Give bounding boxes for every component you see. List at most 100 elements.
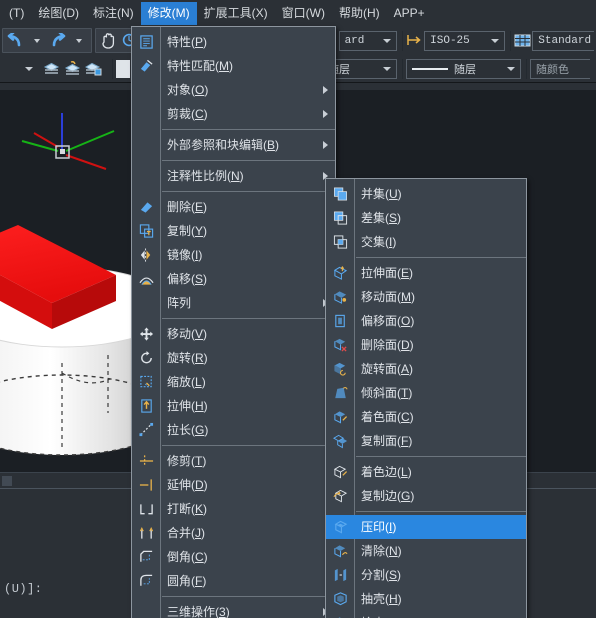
submenu-item-intersect[interactable]: 交集(I) [326,230,526,254]
table-style-icon[interactable] [514,30,532,51]
menubar-item-help[interactable]: 帮助(H) [332,2,387,25]
submenu-item-union[interactable]: 并集(U) [326,182,526,206]
layer-properties-icon[interactable] [83,58,104,79]
submenu-item-label: 复制面(F) [361,434,413,448]
move-icon [137,325,156,344]
menu-item-label: 特性匹配(M) [167,59,233,73]
menu-item-match-properties[interactable]: 特性匹配(M) [132,54,335,78]
menu-item-rotate[interactable]: 旋转(R) [132,346,335,370]
modify-dropdown-menu[interactable]: 特性(P) 特性匹配(M) 对象(O) 剪裁(C) 外部参照和块编辑(B) 注释性比例(N… [131,26,336,618]
submenu-item-subtract[interactable]: 差集(S) [326,206,526,230]
menu-item-annotative-scale[interactable]: 注释性比例(N) [132,164,335,188]
menubar-item-tools[interactable]: (T) [2,2,31,25]
menu-item-stretch[interactable]: 拉伸(H) [132,394,335,418]
layer-tools-group [39,56,106,81]
submenu-item-color-face[interactable]: 着色面(C) [326,405,526,429]
menu-item-offset[interactable]: 偏移(S) [132,267,335,291]
solid-editing-submenu[interactable]: 并集(U) 差集(S) 交集(I) 拉伸面(E) 移动面(M) 偏移面(O) 删除面(D) 旋… [325,178,527,618]
menubar-item-modify[interactable]: 修改(M) [140,1,197,25]
submenu-item-delete-face[interactable]: 删除面(D) [326,333,526,357]
redo-dropdown-button[interactable] [68,30,89,51]
submenu-item-check[interactable]: 检查(K) [326,611,526,618]
menubar-item-express[interactable]: 扩展工具(X) [197,2,275,25]
color-face-icon [331,408,350,427]
menu-item-3d-operation[interactable]: 三维操作(3) [132,600,335,618]
menu-item-label: 缩放(L) [167,375,206,389]
dimscale-combo[interactable]: ISO-25 [424,30,506,51]
layer-dropdown-button[interactable] [18,58,39,79]
menu-item-label: 剪裁(C) [167,107,208,121]
layer-state-swatch[interactable] [116,59,130,78]
submenu-item-label: 交集(I) [361,235,397,249]
join-icon [137,524,156,543]
menu-item-label: 删除(E) [167,200,208,214]
menu-separator [356,456,526,457]
menu-item-trim[interactable]: 修剪(T) [132,449,335,473]
submenu-item-move-face[interactable]: 移动面(M) [326,285,526,309]
submenu-item-imprint[interactable]: 压印(I) [326,515,526,539]
layer-previous-icon[interactable] [41,58,62,79]
menu-separator [356,257,526,258]
submenu-item-copy-edge[interactable]: 复制边(G) [326,484,526,508]
menu-item-mirror[interactable]: 镜像(I) [132,243,335,267]
taper-face-icon [331,384,350,403]
menu-item-clip[interactable]: 剪裁(C) [132,102,335,126]
submenu-item-label: 旋转面(A) [361,362,414,376]
submenu-item-offset-face[interactable]: 偏移面(O) [326,309,526,333]
pan-button[interactable] [98,30,119,51]
menu-item-join[interactable]: 合并(J) [132,521,335,545]
undo-button[interactable] [5,30,26,51]
menu-separator [162,191,335,192]
menu-item-label: 三维操作(3) [167,605,230,618]
submenu-item-extrude-face[interactable]: 拉伸面(E) [326,261,526,285]
dimstyle-combo[interactable]: ard [338,30,397,51]
undo-dropdown-button[interactable] [26,30,47,51]
redo-button[interactable] [47,30,68,51]
clean-icon [331,542,350,561]
menu-item-move[interactable]: 移动(V) [132,322,335,346]
menu-item-label: 镜像(I) [167,248,203,262]
tablestyle-combo[interactable]: Standard [532,30,594,51]
menu-item-properties[interactable]: 特性(P) [132,30,335,54]
dimension-style-icon[interactable] [406,30,424,51]
erase-icon [137,198,156,217]
layer-restore-icon[interactable] [62,58,83,79]
menubar-item-dimension[interactable]: 标注(N) [86,2,141,25]
scrollbar-thumb[interactable] [2,476,12,486]
chevron-down-icon [382,38,391,43]
chevron-down-icon [383,66,391,71]
break-icon [137,500,156,519]
submenu-item-label: 抽壳(H) [361,592,402,606]
chamfer-icon [137,548,156,567]
rotate-icon [137,349,156,368]
menu-item-object[interactable]: 对象(O) [132,78,335,102]
menu-item-array[interactable]: 阵列 [132,291,335,315]
submenu-item-rotate-face[interactable]: 旋转面(A) [326,357,526,381]
menu-item-extend[interactable]: 延伸(D) [132,473,335,497]
submenu-item-taper-face[interactable]: 倾斜面(T) [326,381,526,405]
menubar-item-window[interactable]: 窗口(W) [275,2,332,25]
menubar-item-app-plus[interactable]: APP+ [387,2,432,25]
menubar-item-draw[interactable]: 绘图(D) [31,2,86,25]
menu-item-label: 移动(V) [167,327,208,341]
submenu-item-color-edge[interactable]: 着色边(L) [326,460,526,484]
menu-separator [162,445,335,446]
trim-icon [137,452,156,471]
submenu-item-shell[interactable]: 抽壳(H) [326,587,526,611]
menu-item-fillet[interactable]: 圆角(F) [132,569,335,593]
submenu-item-separate[interactable]: 分割(S) [326,563,526,587]
chevron-down-icon [507,66,515,71]
menu-item-xref-block-edit[interactable]: 外部参照和块编辑(B) [132,133,335,157]
menu-item-scale[interactable]: 缩放(L) [132,370,335,394]
menu-item-lengthen[interactable]: 拉长(G) [132,418,335,442]
submenu-item-clean[interactable]: 清除(N) [326,539,526,563]
lineweight-combo[interactable]: 随颜色 [530,58,590,79]
menu-item-chamfer[interactable]: 倒角(C) [132,545,335,569]
submenu-item-label: 拉伸面(E) [361,266,414,280]
menu-item-erase[interactable]: 删除(E) [132,195,335,219]
menu-item-break[interactable]: 打断(K) [132,497,335,521]
linetype-combo[interactable]: 随层 [406,58,521,79]
menu-item-copy[interactable]: 复制(Y) [132,219,335,243]
lengthen-icon [137,421,156,440]
submenu-item-copy-face[interactable]: 复制面(F) [326,429,526,453]
